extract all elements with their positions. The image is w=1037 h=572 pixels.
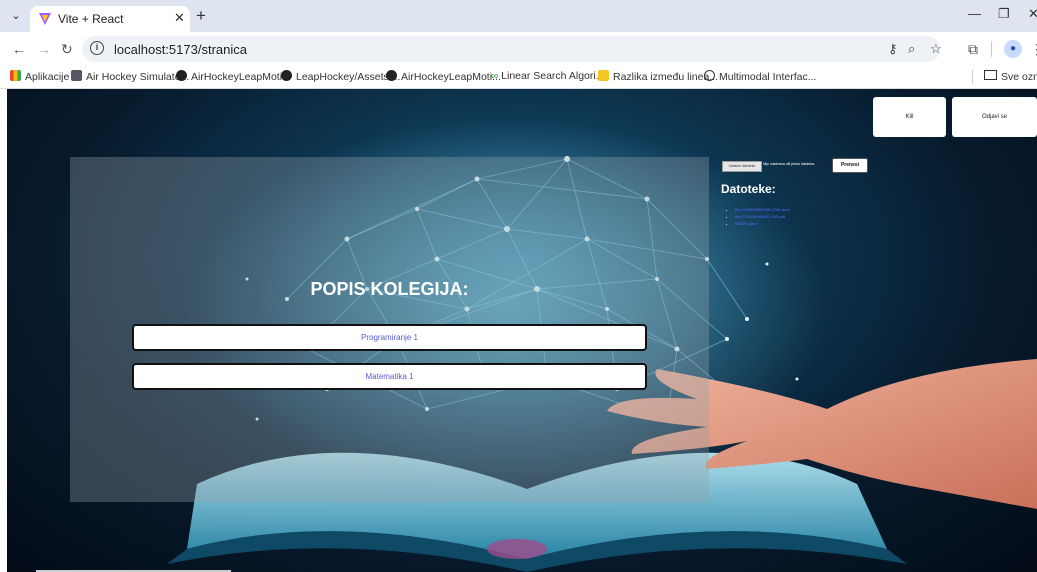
close-window-icon[interactable]: ✕ <box>1028 6 1037 22</box>
logout-button[interactable]: Odjavi se <box>952 97 1037 137</box>
bookmark-star-icon[interactable]: ☆ <box>930 41 942 57</box>
forward-icon[interactable]: → <box>37 41 51 57</box>
github-icon <box>386 70 397 81</box>
site-info-icon[interactable]: i <box>90 41 104 55</box>
app-icon <box>71 70 82 81</box>
bookmark-item[interactable]: Multimodal Interfac... <box>704 70 816 83</box>
folder-icon <box>984 70 997 80</box>
zoom-icon[interactable]: ⌕ <box>908 41 915 57</box>
close-tab-icon[interactable]: ✕ <box>174 10 185 26</box>
all-bookmarks[interactable]: Sve oznak <box>984 70 1037 83</box>
bookmark-item[interactable]: AirHockeyLeapMoti... <box>386 70 501 83</box>
bookmark-item[interactable]: AirHockeyLeapMoti... <box>176 70 291 83</box>
file-list-item: file-1724823896768-1766.docx <box>735 206 790 213</box>
files-heading: Datoteke: <box>721 182 776 196</box>
bookmarks-bar: Aplikacije Air Hockey Simulato... AirHoc… <box>0 66 1037 89</box>
file-list-item: file-1724489164621-195.pdf <box>735 213 790 220</box>
address-bar[interactable]: i localhost:5173/stranica ⚷ ⌕ ☆ <box>82 36 942 62</box>
file-link[interactable]: file-1724823896768-1766.docx <box>735 207 790 212</box>
no-file-selected-text: Nije odabrana niti jedna datoteka. <box>763 162 816 166</box>
maximize-icon[interactable]: ❐ <box>998 6 1010 22</box>
reload-icon[interactable]: ↻ <box>61 41 73 58</box>
minimize-icon[interactable]: — <box>968 6 981 21</box>
bookmarks-divider <box>972 70 973 84</box>
file-link[interactable]: file-1724489164621-195.pdf <box>735 214 785 219</box>
new-tab-icon[interactable]: + <box>196 6 206 26</box>
profile-avatar-icon[interactable]: ● <box>1004 40 1022 58</box>
file-list-item: SHIZFt.docx <box>735 220 790 227</box>
vite-logo-icon <box>39 13 51 25</box>
password-key-icon[interactable]: ⚷ <box>888 41 898 57</box>
github-icon <box>176 70 187 81</box>
url-text: localhost:5173/stranica <box>114 42 247 57</box>
toolbar-divider <box>991 41 992 57</box>
course-button-matematika[interactable]: Matematika 1 <box>132 363 647 390</box>
bookmark-apps[interactable]: Aplikacije <box>10 70 69 83</box>
globe-icon <box>704 70 715 81</box>
apps-grid-icon <box>10 70 21 81</box>
note-icon <box>598 70 609 81</box>
courses-heading: POPIS KOLEGIJA: <box>310 279 469 299</box>
extensions-icon[interactable]: ⧉ <box>968 41 978 58</box>
header-button-1[interactable]: Klil <box>873 97 946 137</box>
tab-bar: ⌄ Vite + React ✕ + — ❐ ✕ <box>0 0 1037 32</box>
back-icon[interactable]: ← <box>12 41 26 57</box>
upload-button[interactable]: Prenesi <box>832 158 868 173</box>
browser-toolbar: ← → ↻ i localhost:5173/stranica ⚷ ⌕ ☆ ⧉ … <box>0 32 1037 66</box>
bookmark-item[interactable]: LeapHockey/Assets/... <box>281 70 400 83</box>
tab-title: Vite + React <box>58 12 124 26</box>
bookmark-item[interactable]: ∞ Linear Search Algori... <box>491 70 604 82</box>
bookmark-item[interactable]: Razlika između linea... <box>598 70 718 83</box>
file-link[interactable]: SHIZFt.docx <box>735 221 757 226</box>
github-icon <box>281 70 292 81</box>
choose-files-button[interactable]: Odaberi datoteke <box>722 161 762 172</box>
menu-kebab-icon[interactable]: ⋮ <box>1030 41 1037 58</box>
course-button-programiranje[interactable]: Programiranje 1 <box>132 324 647 351</box>
file-list: file-1724823896768-1766.docx file-172448… <box>729 206 790 227</box>
browser-tab[interactable]: Vite + React ✕ <box>30 6 190 32</box>
infinity-icon: ∞ <box>491 71 499 82</box>
page-viewport: Klil Odjavi se Odaberi datoteke Nije oda… <box>7 89 1037 572</box>
bookmark-item[interactable]: Air Hockey Simulato... <box>71 70 189 83</box>
tab-search-chevron-icon[interactable]: ⌄ <box>8 8 24 24</box>
